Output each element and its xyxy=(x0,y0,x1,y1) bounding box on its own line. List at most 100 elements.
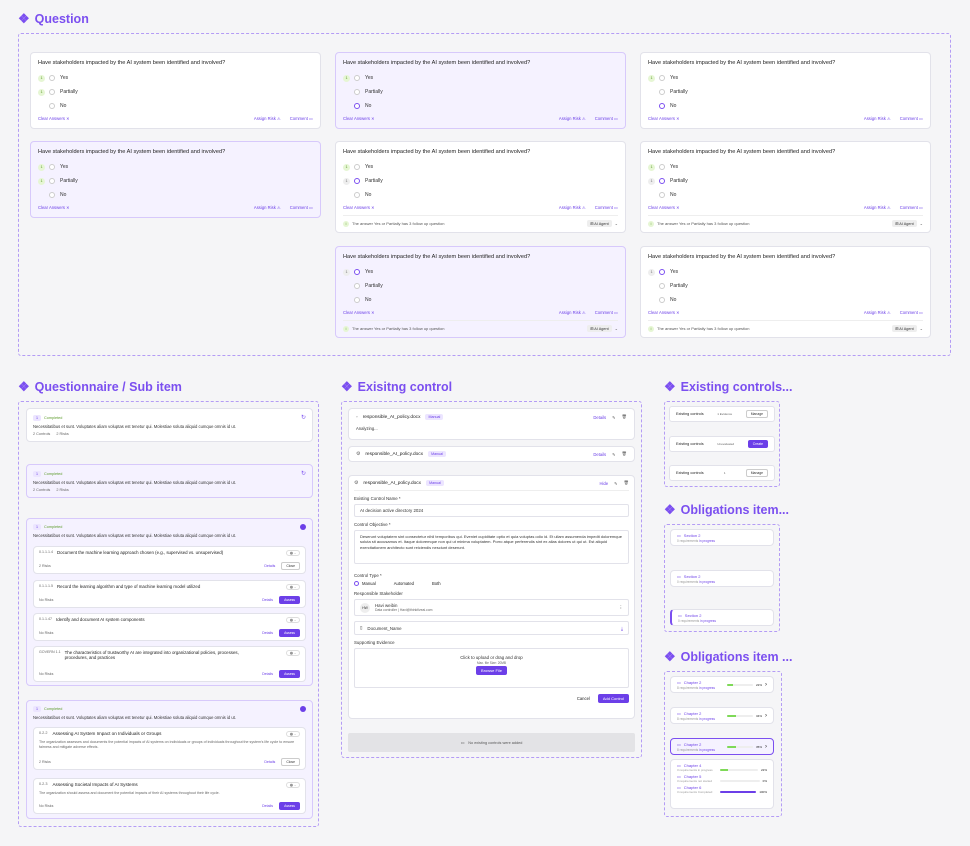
chapter-item[interactable]: ▭ Chapter 43 requirements in progress 22% xyxy=(677,763,767,772)
chevron-down-icon[interactable]: ⌄ xyxy=(615,221,618,226)
comment-button[interactable]: Comment ▭ xyxy=(290,116,313,121)
details-link[interactable]: Details xyxy=(264,564,275,568)
document-field[interactable]: ▯ Document_Name ⤓ xyxy=(354,621,629,635)
chapter-item[interactable]: ▭ Chapter 63 requirements Completed 100% xyxy=(677,785,767,794)
action-button[interactable]: Assess xyxy=(279,802,300,810)
answer-option-yes[interactable]: 1 Yes xyxy=(343,265,618,279)
chevron-right-icon[interactable]: › xyxy=(765,713,767,719)
question-card[interactable]: Have stakeholders impacted by the AI sys… xyxy=(30,52,321,129)
action-button[interactable]: Assess xyxy=(279,629,300,637)
type-option-manual[interactable]: Manual xyxy=(354,581,376,586)
question-card[interactable]: Have stakeholders impacted by the AI sys… xyxy=(640,141,931,233)
assign-risk-button[interactable]: Assign Risk ⚠ xyxy=(559,205,586,210)
clear-answers-button[interactable]: Clear Answers ✕ xyxy=(38,116,70,121)
trash-icon[interactable]: 🗑 xyxy=(624,480,629,486)
answer-option-partially[interactable]: 1 Partially xyxy=(38,85,313,99)
answer-option-no[interactable]: No xyxy=(38,99,313,113)
comment-button[interactable]: Comment ▭ xyxy=(900,116,923,121)
answer-option-no[interactable]: No xyxy=(648,293,923,307)
action-button[interactable]: Assess xyxy=(279,596,300,604)
radio-icon[interactable] xyxy=(354,283,360,289)
assign-risk-button[interactable]: Assign Risk ⚠ xyxy=(254,116,281,121)
clear-answers-button[interactable]: Clear Answers ✕ xyxy=(648,116,680,121)
answer-option-yes[interactable]: 1 Yes xyxy=(343,160,618,174)
radio-icon[interactable] xyxy=(49,103,55,109)
clear-answers-button[interactable]: Clear Answers ✕ xyxy=(343,116,375,121)
follow-up-bar[interactable]: i The answer Yes or Partially has 3 follo… xyxy=(343,215,618,227)
answer-option-no[interactable]: No xyxy=(648,188,923,202)
answer-option-no[interactable]: No xyxy=(648,99,923,113)
radio-icon[interactable] xyxy=(354,164,360,170)
answer-option-yes[interactable]: 1 Yes xyxy=(648,265,923,279)
details-link[interactable]: Details xyxy=(262,804,273,808)
radio-icon[interactable] xyxy=(49,164,55,170)
question-card[interactable]: Have stakeholders impacted by the AI sys… xyxy=(640,246,931,338)
questionnaire-item[interactable]: 1 Completed ↻ Necessitatibus et sunt. Vol… xyxy=(26,464,313,498)
toggle-switch[interactable]: ⬤ ‒ xyxy=(285,617,300,623)
control-form[interactable]: ⚙ responsible_AI_policy.docx Manual Hide ✎ 🗑… xyxy=(348,475,635,719)
question-card[interactable]: Have stakeholders impacted by the AI sys… xyxy=(30,141,321,218)
file-card[interactable]: ▫ responsible_AI_policy.docx Manual Detail… xyxy=(348,408,635,440)
radio-icon[interactable] xyxy=(659,103,665,109)
chevron-right-icon[interactable]: › xyxy=(765,682,767,688)
refresh-icon[interactable]: ↻ xyxy=(301,414,306,421)
clear-answers-button[interactable]: Clear Answers ✕ xyxy=(648,205,680,210)
add-control-button[interactable]: Add Control xyxy=(597,694,629,703)
answer-option-no[interactable]: No xyxy=(38,188,313,202)
question-card[interactable]: Have stakeholders impacted by the AI sys… xyxy=(640,52,931,129)
radio-icon[interactable] xyxy=(354,75,360,81)
answer-option-no[interactable]: No xyxy=(343,293,618,307)
follow-up-bar[interactable]: i The answer Yes or Partially has 3 follo… xyxy=(343,320,618,332)
follow-up-bar[interactable]: i The answer Yes or Partially has 3 follo… xyxy=(648,320,923,332)
radio-icon[interactable] xyxy=(354,103,360,109)
upload-area[interactable]: Click to upload or drag and drop Max. fi… xyxy=(354,648,629,688)
chevron-down-icon[interactable]: ⌄ xyxy=(920,326,923,331)
details-link[interactable]: Details xyxy=(264,760,275,764)
answer-option-yes[interactable]: 1 Yes xyxy=(38,160,313,174)
radio-icon[interactable] xyxy=(49,192,55,198)
question-card[interactable]: Have stakeholders impacted by the AI sys… xyxy=(335,52,626,129)
details-link[interactable]: Details xyxy=(262,598,273,602)
answer-option-partially[interactable]: 1 Partially xyxy=(343,174,618,188)
obligation-item[interactable]: ▭ Chapter 28 requirements in progress 22% › xyxy=(670,676,774,693)
manage-button[interactable]: Manage xyxy=(745,469,768,477)
comment-button[interactable]: Comment ▭ xyxy=(595,116,618,121)
create-button[interactable]: Create xyxy=(747,440,768,448)
details-link[interactable]: Details xyxy=(262,672,273,676)
answer-option-yes[interactable]: 1 Yes xyxy=(648,71,923,85)
assign-risk-button[interactable]: Assign Risk ⚠ xyxy=(559,310,586,315)
trash-icon[interactable]: 🗑 xyxy=(622,414,627,420)
control-objective-input[interactable]: Deserunt voluptatem sint consectetur nih… xyxy=(354,530,629,564)
answer-option-yes[interactable]: 1 Yes xyxy=(343,71,618,85)
details-link[interactable]: Details xyxy=(593,415,606,420)
sub-control-card[interactable]: 0.1.1.47 Identify and document AI system … xyxy=(33,613,306,641)
collapse-icon[interactable] xyxy=(300,524,306,530)
details-link[interactable]: Details xyxy=(593,452,606,457)
answer-option-partially[interactable]: Partially xyxy=(343,85,618,99)
details-link[interactable]: Details xyxy=(262,631,273,635)
action-button[interactable]: Close xyxy=(281,562,300,570)
radio-icon[interactable] xyxy=(49,75,55,81)
obligation-item[interactable]: ▭ Section 20 requirements in progress xyxy=(670,570,774,587)
ai-agent-button[interactable]: ⊞ AI Agent xyxy=(892,220,917,227)
clear-answers-button[interactable]: Clear Answers ✕ xyxy=(343,205,375,210)
radio-icon[interactable] xyxy=(354,269,360,275)
hide-link[interactable]: Hide xyxy=(600,481,609,486)
radio-icon[interactable] xyxy=(49,178,55,184)
toggle-switch[interactable]: ⬤ ‒ xyxy=(285,731,300,737)
answer-option-partially[interactable]: Partially xyxy=(343,279,618,293)
sub-control-card[interactable]: 0.1.1.1.5 Record the learning algorithm a… xyxy=(33,580,306,608)
collapse-icon[interactable] xyxy=(300,706,306,712)
trash-icon[interactable]: 🗑 xyxy=(622,451,627,457)
answer-option-yes[interactable]: 1 Yes xyxy=(648,160,923,174)
sub-section-card[interactable]: 0.2.3 Assessing Societal Impacts of AI Sy… xyxy=(33,778,306,814)
follow-up-bar[interactable]: i The answer Yes or Partially has 3 follo… xyxy=(648,215,923,227)
radio-icon[interactable] xyxy=(659,283,665,289)
edit-icon[interactable]: ✎ xyxy=(614,481,618,486)
sub-control-card[interactable]: GOVERN 1.1 The characteristics of trustwo… xyxy=(33,646,306,682)
answer-option-no[interactable]: No xyxy=(343,99,618,113)
toggle-switch[interactable]: ⬤ ‒ xyxy=(285,782,300,788)
assign-risk-button[interactable]: Assign Risk ⚠ xyxy=(559,116,586,121)
radio-icon[interactable] xyxy=(659,269,665,275)
action-button[interactable]: Close xyxy=(281,758,300,766)
